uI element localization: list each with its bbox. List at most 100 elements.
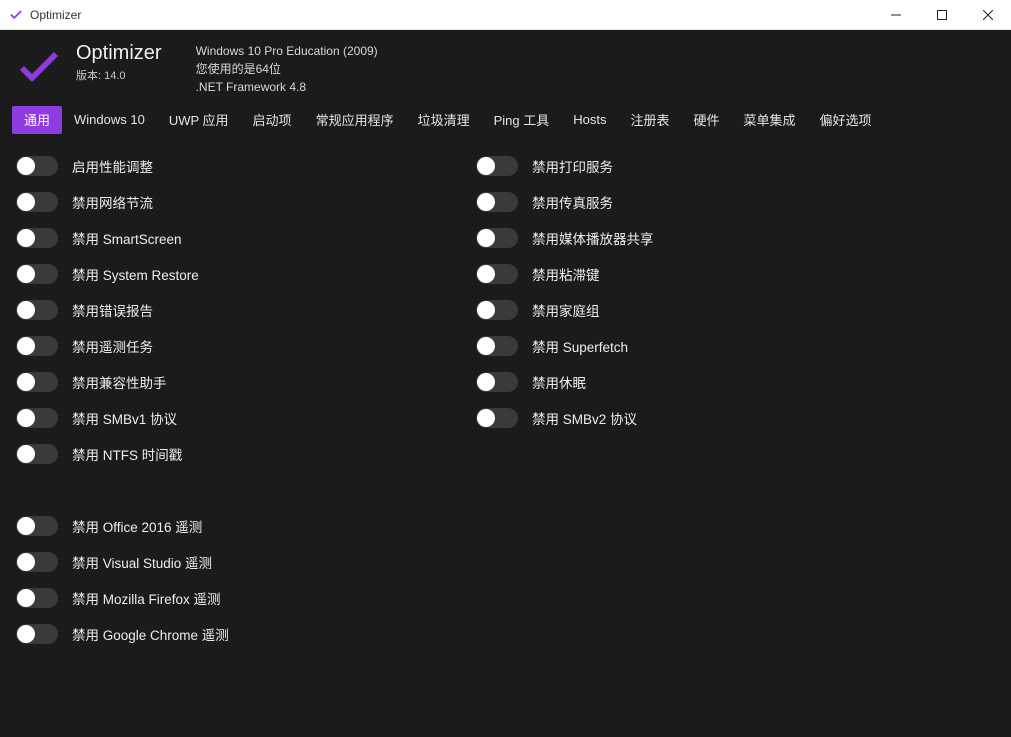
toggle-switch[interactable] [476,336,518,356]
toggle-switch[interactable] [16,336,58,356]
toggle-label: 禁用兼容性助手 [72,372,167,392]
toggle-knob [17,265,35,283]
app-body: Optimizer 版本: 14.0 Windows 10 Pro Educat… [0,30,1011,737]
tab-7[interactable]: Hosts [561,108,618,132]
toggle-switch[interactable] [476,264,518,284]
toggle-label: 禁用 SMBv1 协议 [72,408,177,428]
tab-3[interactable]: 启动项 [241,106,304,134]
toggle-knob [17,625,35,643]
tab-5[interactable]: 垃圾清理 [406,106,482,134]
toggle-switch[interactable] [16,264,58,284]
toggle-switch[interactable] [476,408,518,428]
tab-0[interactable]: 通用 [12,106,62,134]
close-button[interactable] [965,0,1011,30]
checkmark-icon [14,48,62,88]
toggle-row-left-3: 禁用 System Restore [16,256,456,292]
toggle-label: 禁用 NTFS 时间戳 [72,444,182,464]
toggle-label: 禁用 SMBv2 协议 [532,408,637,428]
toggle-row-left-8: 禁用 NTFS 时间戳 [16,436,456,472]
toggle-label: 禁用媒体播放器共享 [532,228,654,248]
toggle-switch[interactable] [476,372,518,392]
tab-2[interactable]: UWP 应用 [157,106,241,134]
toggle-label: 禁用错误报告 [72,300,153,320]
app-title: Optimizer [76,42,162,65]
toggle-label: 禁用传真服务 [532,192,613,212]
tab-8[interactable]: 注册表 [618,106,681,134]
toggle-switch[interactable] [16,624,58,644]
toggle-switch[interactable] [16,192,58,212]
toggle-row-left-2: 禁用 SmartScreen [16,220,456,256]
app-version: 版本: 14.0 [76,67,162,83]
toggle-row-left-6: 禁用兼容性助手 [16,364,456,400]
toggle-row-left-12: 禁用 Google Chrome 遥测 [16,616,456,652]
toggle-label: 禁用粘滞键 [532,264,600,284]
toggle-knob [477,157,495,175]
toggle-knob [477,193,495,211]
toggle-row-left-0: 启用性能调整 [16,148,456,184]
tab-4[interactable]: 常规应用程序 [304,106,406,134]
toggle-label: 禁用 Mozilla Firefox 遥测 [72,588,221,608]
app-icon [6,8,26,22]
toggle-switch[interactable] [476,228,518,248]
toggle-knob [17,229,35,247]
toggle-switch[interactable] [476,156,518,176]
system-info: Windows 10 Pro Education (2009) 您使用的是64位… [196,42,378,96]
toggle-switch[interactable] [16,444,58,464]
tab-9[interactable]: 硬件 [681,106,731,134]
toggle-label: 禁用休眠 [532,372,586,392]
toggle-knob [17,157,35,175]
toggle-knob [17,337,35,355]
toggle-row-right-5: 禁用 Superfetch [476,328,1001,364]
tab-11[interactable]: 偏好选项 [808,106,884,134]
toggle-knob [477,409,495,427]
toggle-row-left-4: 禁用错误报告 [16,292,456,328]
toggle-row-right-4: 禁用家庭组 [476,292,1001,328]
toggle-label: 启用性能调整 [72,156,153,176]
toggle-row-right-7: 禁用 SMBv2 协议 [476,400,1001,436]
toggle-knob [17,409,35,427]
tab-10[interactable]: 菜单集成 [732,106,808,134]
toggle-label: 禁用 Superfetch [532,336,628,356]
toggle-row-right-3: 禁用粘滞键 [476,256,1001,292]
toggle-knob [477,301,495,319]
toggle-row-left-7: 禁用 SMBv1 协议 [16,400,456,436]
toggle-knob [17,553,35,571]
toggle-label: 禁用 Office 2016 遥测 [72,516,202,536]
toggle-switch[interactable] [16,372,58,392]
toggle-row-right-6: 禁用休眠 [476,364,1001,400]
title-bar: Optimizer [0,0,1011,30]
toggle-switch[interactable] [16,552,58,572]
toggle-knob [17,193,35,211]
toggle-switch[interactable] [476,192,518,212]
toggle-switch[interactable] [16,516,58,536]
toggle-label: 禁用 Visual Studio 遥测 [72,552,212,572]
toggle-switch[interactable] [16,300,58,320]
toggle-row-left-9: 禁用 Office 2016 遥测 [16,508,456,544]
header: Optimizer 版本: 14.0 Windows 10 Pro Educat… [0,30,1011,106]
toggle-switch[interactable] [16,228,58,248]
toggle-column-left: 启用性能调整禁用网络节流禁用 SmartScreen 禁用 System Rest… [16,148,456,727]
toggle-row-left-11: 禁用 Mozilla Firefox 遥测 [16,580,456,616]
toggle-switch[interactable] [16,156,58,176]
toggle-knob [17,589,35,607]
tab-1[interactable]: Windows 10 [62,108,157,132]
toggle-switch[interactable] [16,588,58,608]
title-block: Optimizer 版本: 14.0 [76,42,162,83]
toggle-label: 禁用 SmartScreen [72,228,182,248]
toggle-switch[interactable] [16,408,58,428]
toggle-switch[interactable] [476,300,518,320]
toggle-knob [17,445,35,463]
toggle-knob [17,373,35,391]
maximize-button[interactable] [919,0,965,30]
toggle-label: 禁用 System Restore [72,264,199,284]
toggle-label: 禁用遥测任务 [72,336,153,356]
content: 启用性能调整禁用网络节流禁用 SmartScreen 禁用 System Rest… [0,134,1011,737]
tab-6[interactable]: Ping 工具 [482,106,562,134]
toggle-knob [477,373,495,391]
toggle-label: 禁用网络节流 [72,192,153,212]
toggle-row-left-1: 禁用网络节流 [16,184,456,220]
toggle-row-left-10: 禁用 Visual Studio 遥测 [16,544,456,580]
minimize-button[interactable] [873,0,919,30]
toggle-row-right-1: 禁用传真服务 [476,184,1001,220]
toggle-knob [477,229,495,247]
